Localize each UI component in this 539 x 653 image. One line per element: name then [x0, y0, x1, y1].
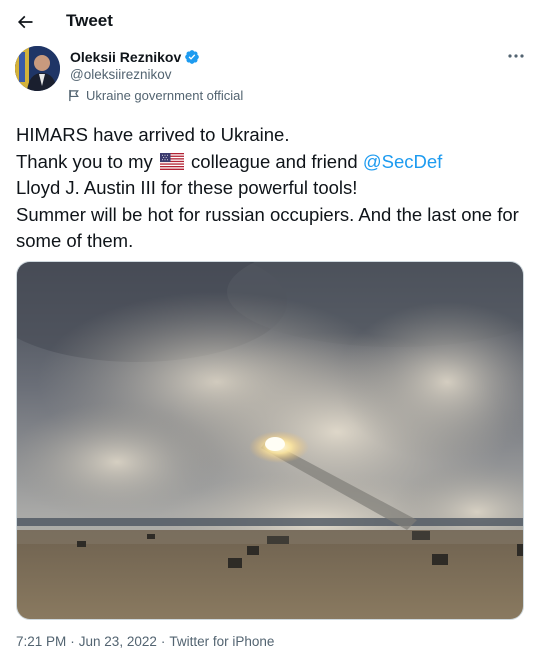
tweet-text: HIMARS have arrived to Ukraine. Thank yo… [16, 122, 528, 255]
tweet-line-2-pre: Thank you to my [16, 150, 153, 172]
author-name-row: Oleksii Reznikov [70, 49, 200, 65]
himars-launch-photo [17, 262, 523, 619]
tweet-line-3: Lloyd J. Austin III for these powerful t… [16, 177, 358, 198]
tweet-media-image[interactable] [16, 261, 524, 620]
back-button[interactable] [12, 9, 38, 35]
more-dots-icon [508, 54, 524, 58]
more-options-button[interactable] [503, 46, 529, 66]
government-label: Ukraine government official [68, 88, 243, 103]
mention-link[interactable]: @SecDef [363, 151, 442, 172]
tweet-time[interactable]: 7:21 PM [16, 634, 66, 649]
verified-badge-icon [185, 50, 200, 64]
tweet-line-1: HIMARS have arrived to Ukraine. [16, 124, 290, 145]
tweet-line-4: Summer will be hot for russian occupiers… [16, 203, 519, 252]
tweet-header: Tweet [0, 0, 539, 44]
tweet-date[interactable]: Jun 23, 2022 [79, 634, 157, 649]
meta-separator: · [160, 634, 166, 649]
author-handle[interactable]: @oleksiireznikov [70, 67, 172, 82]
author-name[interactable]: Oleksii Reznikov [70, 49, 181, 65]
tweet-meta: 7:21 PM · Jun 23, 2022 · Twitter for iPh… [16, 634, 274, 649]
meta-separator: · [70, 634, 75, 649]
page-title: Tweet [66, 11, 113, 30]
arrow-left-icon [17, 15, 33, 29]
government-label-text: Ukraine government official [86, 88, 244, 103]
flag-icon [69, 89, 79, 102]
tweet-line-2-post: colleague and friend [191, 150, 358, 172]
us-flag-emoji-icon [159, 152, 184, 170]
tweet-source[interactable]: Twitter for iPhone [169, 634, 274, 649]
avatar[interactable] [15, 46, 60, 91]
